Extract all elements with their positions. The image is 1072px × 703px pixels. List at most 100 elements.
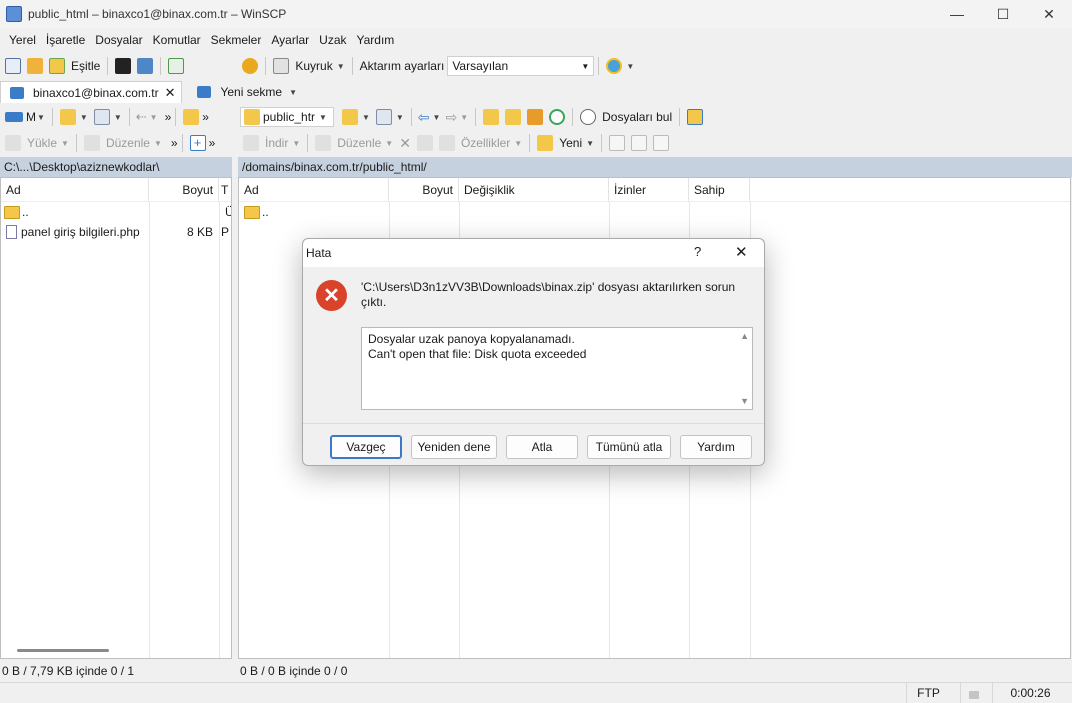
horizontal-scrollbar[interactable] (17, 649, 109, 652)
home-icon[interactable] (527, 109, 544, 125)
compare-dirs-icon[interactable] (5, 58, 21, 74)
retry-button[interactable]: Yeniden dene (411, 435, 497, 459)
column-permissions[interactable]: İzinler (609, 178, 689, 201)
remote-folder-value: public_htr (263, 110, 316, 124)
refresh-icon[interactable] (168, 58, 185, 74)
sync-browse-dropdown-icon[interactable]: ▼ (626, 62, 634, 71)
more-toolbar-icon[interactable]: » (209, 136, 216, 150)
tab-session[interactable]: binaxco1@binax.com.tr ✕ (0, 81, 183, 103)
new-tab-dropdown-icon[interactable]: ▼ (289, 88, 297, 97)
maximize-button[interactable]: ☐ (980, 0, 1026, 28)
column-name[interactable]: Ad (239, 178, 389, 201)
remote-file-toolbar: İndir ▼ Düzenle ▼ ✕ Özellikler ▼ Yeni ▼ (240, 130, 1070, 156)
queue-button[interactable]: Kuyruk (295, 59, 332, 73)
new-button[interactable]: Yeni (559, 136, 582, 150)
minimize-button[interactable]: — (934, 0, 980, 28)
sync-button[interactable]: Eşitle (71, 59, 100, 73)
download-button[interactable]: İndir (265, 136, 288, 150)
terminal-icon[interactable] (115, 58, 132, 74)
scroll-up-icon[interactable]: ▲ (740, 331, 749, 341)
title-bar: public_html – binaxco1@binax.com.tr – Wi… (0, 0, 1072, 28)
column-size[interactable]: Boyut (389, 178, 459, 201)
column-changed[interactable]: Değişiklik (459, 178, 609, 201)
local-edit-button[interactable]: Düzenle (106, 136, 150, 150)
parent-dir-icon[interactable] (483, 109, 500, 125)
more-toolbar-icon[interactable]: » (171, 136, 178, 150)
menu-sekmeler[interactable]: Sekmeler (206, 33, 267, 47)
column-name[interactable]: Ad (1, 178, 150, 201)
remote-folder-select[interactable]: public_htr ▼ (240, 107, 334, 127)
putty-icon[interactable] (137, 58, 154, 74)
menu-uzak[interactable]: Uzak (314, 33, 351, 47)
gear-icon[interactable] (242, 58, 259, 74)
local-status: 0 B / 7,79 KB içinde 0 / 1 (2, 664, 135, 678)
select-all-icon[interactable] (609, 135, 626, 151)
tab-new[interactable]: Yeni sekme ▼ (188, 81, 306, 103)
filter-select-icon[interactable] (653, 135, 670, 151)
skip-button[interactable]: Atla (506, 435, 578, 459)
find-files-icon (580, 109, 597, 125)
error-details-box[interactable]: Dosyalar uzak panoya kopyalanamadı. Can'… (361, 327, 753, 410)
parent-folder-icon (244, 205, 260, 219)
computer-icon (10, 86, 24, 99)
delete-icon[interactable]: ✕ (399, 135, 411, 152)
queue-dropdown-icon[interactable]: ▼ (337, 62, 345, 71)
close-tab-icon[interactable]: ✕ (165, 85, 176, 101)
local-path-bar[interactable]: C:\...\Desktop\aziznewkodlar\ (0, 157, 232, 177)
drive-dropdown-icon[interactable]: ▼ (37, 113, 45, 122)
dialog-close-button[interactable]: ✕ (735, 243, 748, 261)
unselect-icon[interactable] (631, 135, 648, 151)
menu-yardim[interactable]: Yardım (352, 33, 400, 47)
more-toolbar-icon[interactable]: » (202, 110, 209, 124)
more-toolbar-icon[interactable]: » (165, 110, 172, 124)
cancel-button[interactable]: Vazgeç (330, 435, 402, 459)
column-type[interactable]: T (219, 178, 231, 201)
sync-browse-icon[interactable] (606, 58, 623, 74)
back-icon[interactable]: ⇠ (136, 109, 147, 125)
lock-icon (960, 682, 986, 703)
list-item[interactable]: .. (239, 202, 1070, 222)
remote-column-header: Ad Boyut Değişiklik İzinler Sahip (239, 178, 1070, 202)
sync-dirs-icon[interactable] (27, 58, 43, 74)
error-detail-line: Dosyalar uzak panoya kopyalanamadı. (368, 332, 575, 346)
upload-button[interactable]: Yükle (27, 136, 57, 150)
list-item[interactable]: panel giriş bilgileri.php 8 KB P (1, 222, 231, 242)
menu-yerel[interactable]: Yerel (4, 33, 41, 47)
dialog-help-button[interactable]: ? (694, 244, 701, 259)
open-folder-icon[interactable] (59, 109, 76, 125)
menu-ayarlar[interactable]: Ayarlar (266, 33, 314, 47)
properties-icon (438, 135, 455, 151)
rename-icon[interactable] (416, 135, 433, 151)
filter-icon[interactable] (375, 109, 392, 125)
menu-isaretle[interactable]: İşaretle (41, 33, 90, 47)
root-dir-icon[interactable] (505, 109, 522, 125)
scroll-down-icon[interactable]: ▼ (740, 396, 749, 406)
tree-icon[interactable] (687, 109, 704, 125)
parent-dir-icon[interactable] (183, 109, 200, 125)
find-files-button[interactable]: Dosyaları bul (602, 110, 672, 124)
remote-path-bar[interactable]: /domains/binax.com.tr/public_html/ (238, 157, 1072, 177)
drive-select[interactable]: M (26, 110, 36, 124)
forward-icon[interactable]: ⇨ (445, 109, 457, 126)
transfer-preset-select[interactable]: Varsayılan ▼ (447, 56, 595, 76)
column-owner[interactable]: Sahip (689, 178, 750, 201)
open-folder-icon[interactable] (341, 109, 358, 125)
filter-icon[interactable] (93, 109, 110, 125)
list-item[interactable]: .. Ü (1, 202, 231, 222)
help-button[interactable]: Yardım (680, 435, 752, 459)
error-dialog: Hata ? ✕ ✕ 'C:\Users\D3n1zVV3B\Downloads… (302, 238, 765, 466)
session-tabs: binaxco1@binax.com.tr ✕ Yeni sekme ▼ (0, 80, 1072, 104)
column-size[interactable]: Boyut (149, 178, 220, 201)
close-window-button[interactable]: ✕ (1026, 0, 1072, 28)
properties-button[interactable]: Özellikler (461, 136, 510, 150)
skip-all-button[interactable]: Tümünü atla (587, 435, 671, 459)
remote-edit-button[interactable]: Düzenle (337, 136, 381, 150)
back-icon[interactable]: ⇦ (418, 109, 430, 126)
menu-dosyalar[interactable]: Dosyalar (90, 33, 147, 47)
refresh-icon[interactable] (549, 109, 566, 125)
local-file-list[interactable]: Ad Boyut T .. Ü panel giriş bilgileri.ph… (0, 177, 232, 659)
menu-bar: Yerel İşaretle Dosyalar Komutlar Sekmele… (0, 28, 1072, 52)
new-item-icon[interactable]: + (189, 135, 206, 151)
sync-icon[interactable] (49, 58, 65, 74)
menu-komutlar[interactable]: Komutlar (148, 33, 206, 47)
